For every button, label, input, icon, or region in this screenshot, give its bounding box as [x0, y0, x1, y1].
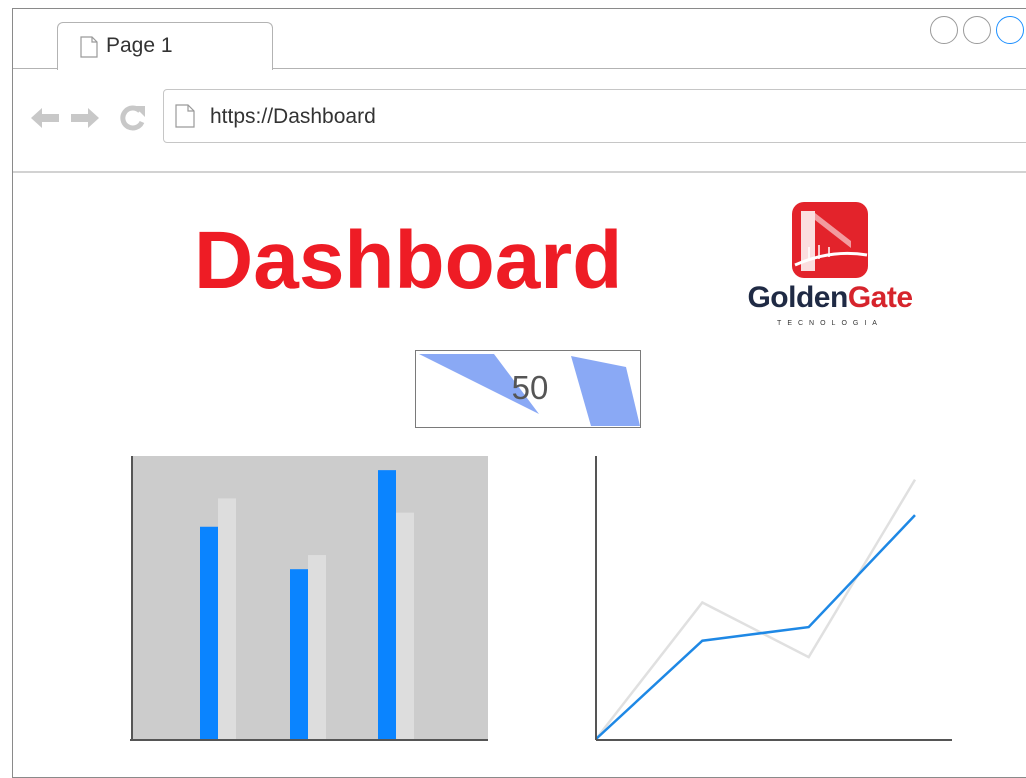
series-line: [595, 479, 917, 740]
reload-icon[interactable]: [119, 104, 147, 137]
line-chart: [595, 456, 952, 741]
forward-arrow-icon[interactable]: [70, 107, 100, 134]
bar: [290, 569, 308, 739]
toolbar-divider: [13, 171, 1026, 173]
window-control-button[interactable]: [996, 16, 1024, 44]
bar: [308, 555, 326, 739]
series-line: [595, 514, 916, 740]
bar: [396, 512, 414, 739]
bar: [378, 470, 396, 739]
window-control-button[interactable]: [930, 16, 958, 44]
bar: [218, 498, 236, 739]
tab-label: Page 1: [106, 34, 173, 57]
tab-divider: [272, 68, 1026, 69]
bridge-logo-icon: [792, 202, 868, 278]
logo-subtitle: TECNOLOGIA: [777, 320, 883, 327]
back-arrow-icon[interactable]: [30, 107, 60, 134]
browser-tab[interactable]: Page 1: [57, 22, 273, 70]
page-icon: [175, 104, 195, 133]
page-title: Dashboard: [194, 215, 623, 306]
page-icon: [80, 36, 98, 63]
window-control-button[interactable]: [963, 16, 991, 44]
tab-divider: [13, 68, 58, 69]
company-logo: GoldenGate TECNOLOGIA: [720, 198, 940, 334]
logo-wordmark: GoldenGate: [747, 281, 913, 314]
bar-chart: [130, 456, 488, 741]
knob-value: 50: [511, 369, 549, 406]
bar: [200, 526, 218, 739]
url-text: https://Dashboard: [210, 105, 376, 128]
address-bar[interactable]: https://Dashboard: [163, 89, 1026, 143]
value-knob[interactable]: 50: [415, 350, 641, 428]
